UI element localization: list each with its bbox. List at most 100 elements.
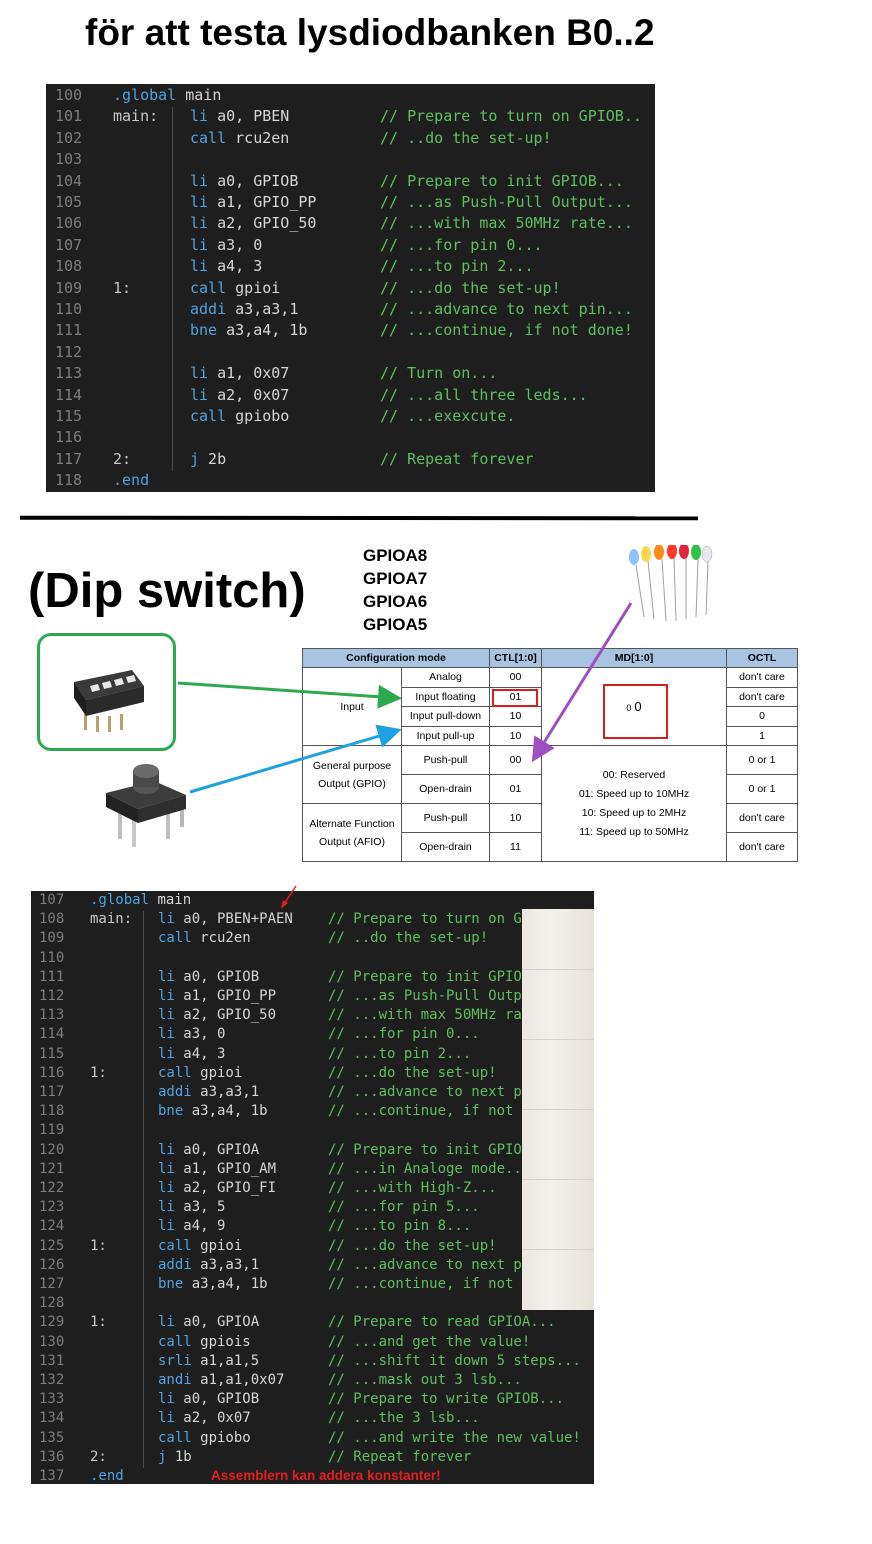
code-operand: a0, PBEN: [208, 107, 290, 126]
code-comment: // ...continue, if not: [328, 1103, 514, 1120]
code-operand: a2, 0x07: [208, 385, 290, 404]
code-instruction: li a0, GPIOB: [190, 172, 298, 190]
paper-overlay: [522, 909, 594, 1310]
ctl-cell: 11: [489, 832, 542, 862]
line-number: 137: [39, 1468, 65, 1484]
code-comment: // ...to pin 8...: [328, 1218, 472, 1235]
mode-cell: Open-drain: [401, 774, 490, 804]
ctl-cell: 00: [489, 745, 542, 775]
line-number: 107: [39, 892, 65, 908]
indent-guide: [172, 107, 173, 472]
header-ctl: CTL[1:0]: [489, 648, 542, 668]
octl-cell: don't care: [726, 686, 798, 707]
code-instruction: call gpiois: [158, 1334, 251, 1350]
line-number: 114: [39, 1026, 65, 1043]
gpio-label: GPIOA6: [363, 592, 428, 611]
code-instruction: li a0, GPIOB: [158, 1391, 259, 1407]
code-operand: a2, 0x07: [174, 1410, 251, 1427]
code-keyword: li: [158, 1314, 175, 1331]
afio-output-label: Alternate Function Output (AFIO): [302, 803, 402, 862]
code-instruction: li a3, 5: [158, 1199, 225, 1215]
code-operand: gpiobo: [191, 1429, 251, 1446]
code-keyword: li: [158, 1391, 175, 1408]
code-instruction: call rcu2en: [190, 129, 289, 147]
code-keyword: call: [158, 1064, 192, 1081]
line-number: 118: [55, 471, 83, 490]
md-highlight: [603, 684, 668, 739]
code-operand: a1, GPIO_PP: [208, 193, 317, 211]
dip-switch-frame: [37, 633, 176, 751]
line-number: 130: [39, 1333, 65, 1350]
code-operand: a3, 5: [174, 1199, 226, 1216]
code-keyword: li: [158, 1007, 175, 1024]
code-comment: // ...do the set-up!: [328, 1237, 497, 1254]
line-number: 127: [39, 1276, 65, 1292]
ctl-cell: 00: [489, 667, 542, 688]
code-label: 1:: [113, 278, 132, 297]
line-number: 131: [39, 1352, 65, 1369]
line-number: 134: [39, 1410, 65, 1427]
code-comment: // ...advance to next pin...: [380, 300, 633, 318]
code-operand: a4, 9: [174, 1218, 226, 1235]
code-keyword: li: [190, 257, 209, 276]
line-number: 111: [55, 321, 83, 340]
code-comment: // Repeat forever: [328, 1448, 472, 1465]
code-keyword: call: [190, 407, 227, 425]
octl-cell: don't care: [726, 667, 798, 688]
code-label: main:: [113, 107, 159, 126]
ctl-cell: 01: [489, 774, 542, 804]
code-comment: // ...with High-Z...: [328, 1180, 497, 1196]
gpio-label: GPIOA5: [363, 615, 428, 634]
line-number: 116: [55, 428, 83, 447]
code-instruction: li a0, GPIOB: [158, 969, 259, 985]
line-number: 129: [39, 1314, 65, 1331]
code-instruction: li a0, GPIOA: [158, 1314, 259, 1330]
code-operand: a3,a3,1: [191, 1084, 260, 1100]
mode-cell: Input floating: [401, 686, 490, 707]
assembler-note: Assemblern kan addera konstanter!: [211, 1468, 441, 1483]
gpio-output-label: General purpose Output (GPIO): [302, 745, 402, 804]
code-keyword: li: [158, 1141, 175, 1158]
code-operand: main: [176, 86, 222, 104]
code-operand: a3,a3,1: [191, 1256, 260, 1273]
code-instruction: .end: [113, 471, 149, 489]
code-comment: // ...and write the new value!: [328, 1429, 581, 1446]
code-operand: a4, 3: [208, 257, 263, 276]
ctl-cell: 10: [489, 706, 542, 727]
code-operand: a4, 3: [174, 1045, 226, 1062]
code-instruction: li a1, 0x07: [190, 364, 289, 382]
code-keyword: li: [190, 214, 209, 233]
code-listing-2: 107 .global main 108 main: li a0, PBEN+PAEN /…: [31, 891, 594, 1484]
dip-switch-image: [74, 670, 144, 732]
code-operand: rcu2en: [226, 128, 290, 147]
code-keyword: andi: [158, 1372, 192, 1388]
line-number: 122: [39, 1180, 65, 1196]
code-operand: gpioi: [191, 1064, 243, 1081]
code-instruction: j 2b: [190, 450, 226, 468]
line-number: 112: [39, 988, 65, 1004]
code-instruction: li a3, 0: [158, 1026, 225, 1042]
line-number: 105: [55, 193, 83, 211]
code-operand: gpioi: [191, 1237, 243, 1254]
line-number: 108: [39, 911, 65, 928]
octl-cell: 1: [726, 725, 798, 746]
code-operand: rcu2en: [191, 930, 251, 947]
line-number: 121: [39, 1160, 65, 1177]
code-comment: // Prepare to write GPIOB...: [328, 1391, 565, 1408]
code-instruction: call gpiobo: [158, 1430, 251, 1446]
code-keyword: li: [190, 385, 209, 404]
code-instruction: addi a3,a3,1: [158, 1257, 259, 1273]
code-keyword: call: [190, 278, 227, 297]
md-line: 01: Speed up to 10MHz: [578, 787, 690, 800]
code-keyword: call: [158, 1333, 192, 1350]
code-instruction: li a1, GPIO_AM: [158, 1161, 276, 1177]
input-group-label: Input: [302, 667, 402, 746]
code-comment: // ...shift it down 5 steps...: [328, 1352, 581, 1369]
line-number: 120: [39, 1141, 65, 1158]
mode-cell: Input pull-down: [401, 706, 490, 727]
line-number: 111: [39, 968, 65, 985]
afio-label-line: Alternate Function: [309, 817, 395, 830]
mode-cell: Analog: [401, 667, 490, 688]
code-operand: a0, GPIOB: [208, 171, 299, 190]
code-comment: // ...do the set-up!: [328, 1064, 497, 1081]
